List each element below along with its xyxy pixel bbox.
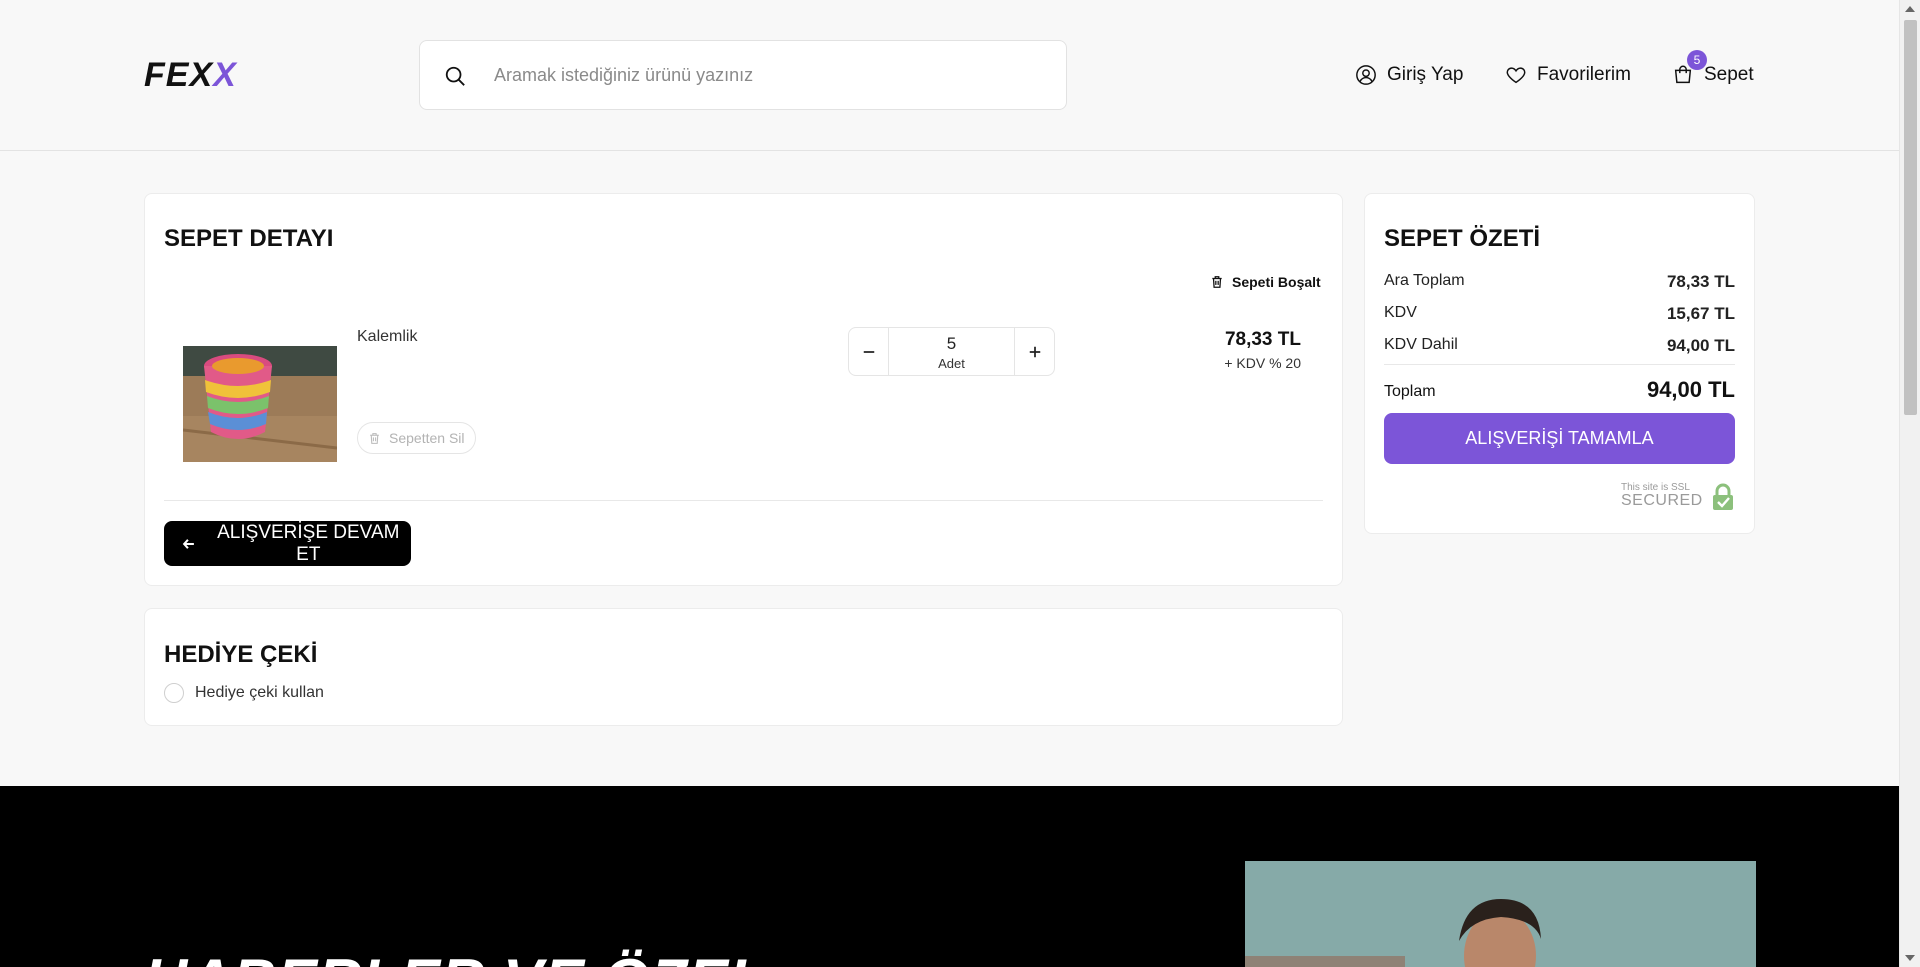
cart-count-badge: 5 (1687, 50, 1707, 70)
remove-label: Sepetten Sil (389, 430, 465, 446)
site-logo[interactable]: FEXX (144, 58, 237, 92)
summary-label: Ara Toplam (1384, 272, 1465, 289)
item-price: 78,33 TL (1224, 329, 1301, 350)
product-name[interactable]: Kalemlik (357, 328, 417, 346)
summary-value: 78,33 TL (1666, 272, 1735, 291)
product-image[interactable] (183, 346, 337, 462)
summary-total-row: Toplam 94,00 TL (1384, 377, 1735, 402)
empty-cart-button[interactable]: Sepeti Boşalt (1210, 274, 1321, 290)
logo-text-part2: X (213, 56, 237, 94)
summary-label: KDV (1384, 304, 1417, 321)
trash-icon (370, 432, 379, 444)
decrease-quantity-button[interactable] (849, 328, 889, 375)
continue-shopping-button[interactable]: ALIŞVERİŞE DEVAM ET (164, 521, 411, 566)
pencil-holder-photo (183, 346, 337, 462)
newsletter-heading: HABERLER VE ÖZEL (144, 946, 767, 967)
plus-icon (1029, 346, 1040, 357)
favorites-label: Favorilerim (1537, 64, 1631, 85)
quantity-value[interactable]: 5 (889, 334, 1014, 354)
remove-from-cart-button[interactable]: Sepetten Sil (357, 422, 476, 454)
summary-row-vat: KDV 15,67 TL (1384, 304, 1735, 323)
scroll-up-arrow-icon[interactable] (1905, 6, 1915, 12)
item-vat-note: + KDV % 20 (1224, 355, 1301, 371)
page-scrollbar[interactable] (1899, 0, 1920, 967)
empty-cart-label: Sepeti Boşalt (1232, 274, 1321, 290)
model-photo (1245, 861, 1756, 967)
total-label: Toplam (1384, 383, 1436, 400)
search-input[interactable] (494, 41, 1054, 109)
summary-row-subtotal: Ara Toplam 78,33 TL (1384, 272, 1735, 291)
quantity-unit: Adet (938, 356, 965, 371)
search-box (419, 40, 1067, 110)
cart-divider (164, 500, 1323, 501)
login-label: Giriş Yap (1387, 64, 1464, 85)
gift-voucher-label[interactable]: Hediye çeki kullan (195, 684, 324, 702)
login-link[interactable]: Giriş Yap (1355, 62, 1463, 88)
gift-voucher-title: HEDİYE ÇEKİ (164, 641, 318, 668)
continue-shopping-label: ALIŞVERİŞE DEVAM ET (217, 521, 400, 565)
summary-value: 15,67 TL (1666, 304, 1735, 323)
user-icon (1356, 65, 1376, 85)
total-value: 94,00 TL (1646, 377, 1735, 402)
increase-quantity-button[interactable] (1014, 328, 1054, 375)
heart-icon (1506, 67, 1526, 84)
summary-value: 94,00 TL (1666, 336, 1735, 355)
gift-voucher-radio[interactable] (164, 683, 184, 703)
summary-row-vat-included: KDV Dahil 94,00 TL (1384, 336, 1735, 355)
minus-icon (863, 350, 874, 353)
favorites-link[interactable]: Favorilerim (1505, 62, 1631, 88)
complete-purchase-button[interactable]: ALIŞVERİŞİ TAMAMLA (1384, 413, 1735, 464)
ssl-secured-badge: This site is SSL SECURED (1621, 482, 1735, 512)
newsletter-image (1245, 861, 1756, 967)
newsletter-section: HABERLER VE ÖZEL (0, 786, 1899, 967)
padlock-icon (1713, 483, 1733, 510)
quantity-stepper: 5 Adet (848, 327, 1055, 376)
cart-label: Sepet (1704, 64, 1754, 85)
cart-summary-title: SEPET ÖZETİ (1384, 225, 1541, 252)
arrow-left-icon (182, 538, 194, 549)
scrollbar-thumb[interactable] (1904, 20, 1917, 415)
logo-text-part1: FEX (144, 56, 214, 94)
search-icon[interactable] (444, 65, 466, 87)
summary-label: KDV Dahil (1384, 336, 1458, 353)
summary-divider (1384, 364, 1735, 365)
cart-detail-title: SEPET DETAYI (164, 225, 334, 252)
ssl-line2: SECURED (1621, 492, 1703, 509)
scroll-down-arrow-icon[interactable] (1905, 955, 1915, 961)
gift-voucher-card (144, 608, 1343, 726)
cart-link[interactable]: Sepet (1672, 62, 1754, 88)
trash-icon (1212, 276, 1222, 288)
site-header: FEXX Giriş Yap Favorilerim Sepet 5 (0, 0, 1899, 151)
